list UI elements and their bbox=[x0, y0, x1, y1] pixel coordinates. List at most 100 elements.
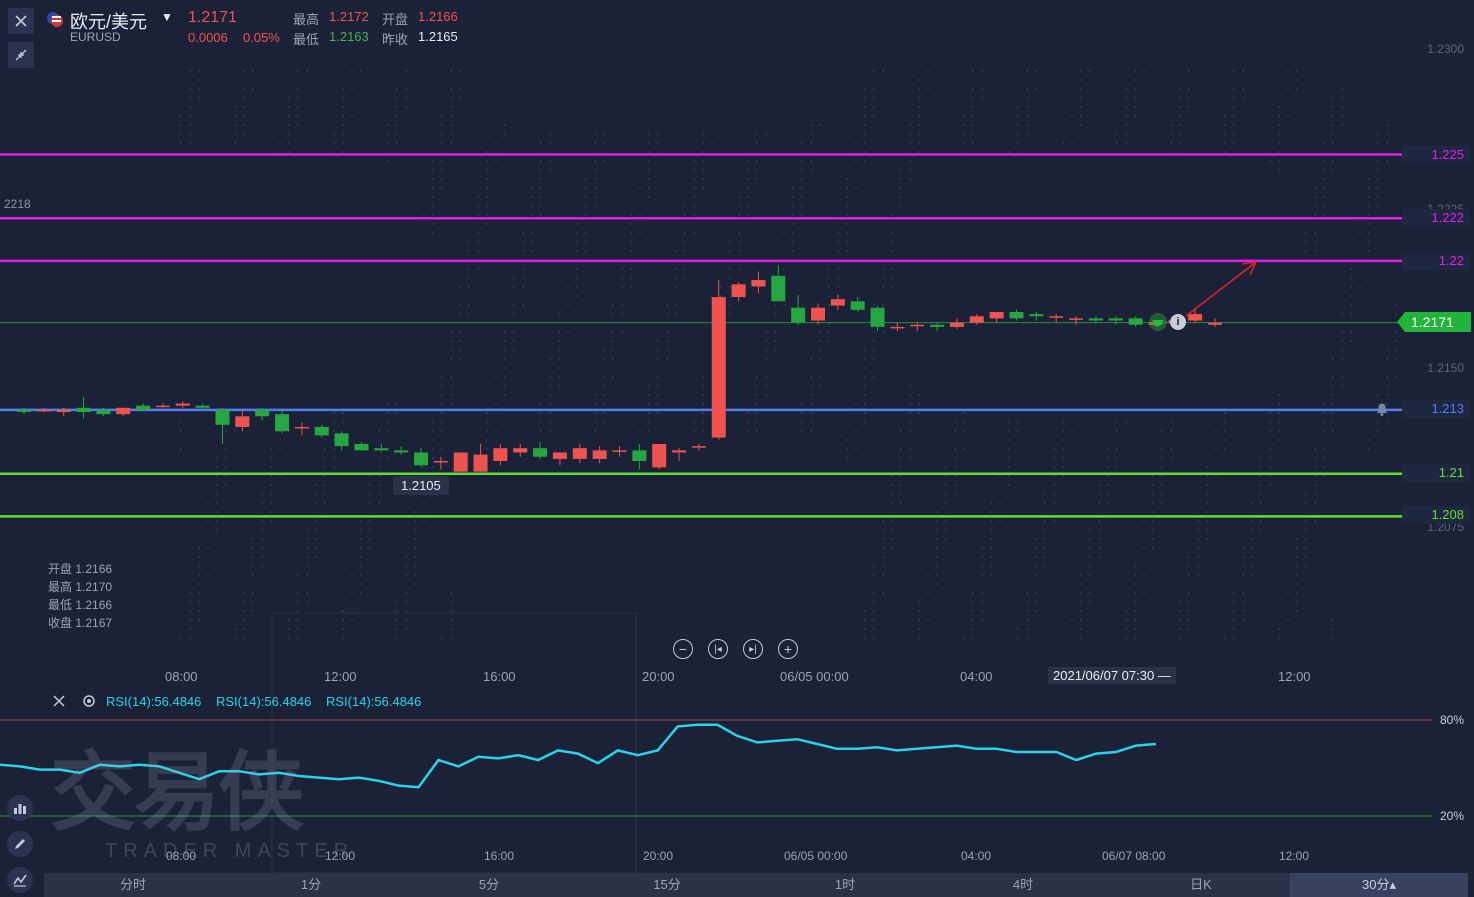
map-dot bbox=[873, 601, 875, 603]
pencil-icon[interactable] bbox=[7, 831, 33, 857]
map-dot bbox=[297, 115, 299, 117]
map-dot bbox=[1008, 484, 1010, 486]
map-dot bbox=[1269, 475, 1271, 477]
tab-4hour[interactable]: 4时 bbox=[934, 873, 1112, 897]
tab-30min[interactable]: 30分▴ bbox=[1290, 873, 1468, 897]
map-dot bbox=[630, 241, 632, 243]
tab-timeshare[interactable]: 分时 bbox=[44, 873, 222, 897]
map-dot bbox=[810, 403, 812, 405]
map-dot bbox=[333, 412, 335, 414]
map-dot bbox=[315, 511, 317, 513]
map-dot bbox=[1152, 520, 1154, 522]
map-dot bbox=[396, 619, 398, 621]
scroll-start-button[interactable]: |◂ bbox=[708, 639, 728, 659]
map-dot bbox=[324, 475, 326, 477]
chevron-down-icon[interactable]: ▼ bbox=[161, 10, 173, 24]
map-dot bbox=[1278, 169, 1280, 171]
map-dot bbox=[522, 277, 524, 279]
map-dot bbox=[1386, 349, 1388, 351]
map-dot bbox=[1026, 637, 1028, 639]
map-dot bbox=[1179, 142, 1181, 144]
map-dot bbox=[846, 223, 848, 225]
map-dot bbox=[1188, 79, 1190, 81]
map-dot bbox=[585, 178, 587, 180]
zoom-in-button[interactable]: + bbox=[778, 639, 798, 659]
map-dot bbox=[1323, 475, 1325, 477]
map-dot bbox=[432, 448, 434, 450]
map-dot bbox=[1386, 142, 1388, 144]
map-dot bbox=[1179, 628, 1181, 630]
tab-daily[interactable]: 日K bbox=[1112, 873, 1290, 897]
map-dot bbox=[864, 106, 866, 108]
line-label-1213[interactable]: 1.213 bbox=[1402, 400, 1470, 418]
close-indicator-icon[interactable] bbox=[46, 688, 72, 714]
map-dot bbox=[558, 367, 560, 369]
map-dot bbox=[1224, 412, 1226, 414]
line-label-122[interactable]: 1.22 bbox=[1402, 252, 1470, 270]
map-dot bbox=[198, 610, 200, 612]
map-dot bbox=[1080, 637, 1082, 639]
zoom-out-button[interactable]: − bbox=[673, 639, 693, 659]
map-dot bbox=[549, 367, 551, 369]
map-dot bbox=[1152, 538, 1154, 540]
settings-gear-icon[interactable] bbox=[76, 688, 102, 714]
map-dot bbox=[414, 520, 416, 522]
map-dot bbox=[1116, 421, 1118, 423]
collapse-icon[interactable] bbox=[8, 42, 34, 68]
line-label-121[interactable]: 1.21 bbox=[1402, 464, 1470, 482]
close-icon[interactable] bbox=[8, 8, 34, 34]
map-dot bbox=[864, 385, 866, 387]
map-dot bbox=[1071, 637, 1073, 639]
map-dot bbox=[621, 268, 623, 270]
line-label-1208[interactable]: 1.208 bbox=[1402, 506, 1470, 524]
map-dot bbox=[891, 214, 893, 216]
info-icon[interactable]: i bbox=[1170, 314, 1186, 330]
map-dot bbox=[1134, 106, 1136, 108]
tab-1hour[interactable]: 1时 bbox=[756, 873, 934, 897]
map-dot bbox=[459, 97, 461, 99]
map-dot bbox=[225, 439, 227, 441]
line-label-1222[interactable]: 1.222 bbox=[1402, 209, 1470, 227]
tab-15min[interactable]: 15分 bbox=[578, 873, 756, 897]
map-dot bbox=[396, 412, 398, 414]
map-dot bbox=[1143, 547, 1145, 549]
map-dot bbox=[1080, 610, 1082, 612]
candle-body bbox=[235, 416, 250, 427]
map-dot bbox=[1332, 169, 1334, 171]
map-dot bbox=[657, 403, 659, 405]
map-dot bbox=[1170, 457, 1172, 459]
tab-5min[interactable]: 5分 bbox=[400, 873, 578, 897]
line-chart-icon[interactable] bbox=[7, 867, 33, 893]
map-dot bbox=[1305, 250, 1307, 252]
map-dot bbox=[1386, 376, 1388, 378]
map-dot bbox=[459, 79, 461, 81]
candle-body bbox=[989, 311, 1004, 319]
map-dot bbox=[702, 421, 704, 423]
map-dot bbox=[1287, 133, 1289, 135]
map-dot bbox=[432, 196, 434, 198]
line-label-1225[interactable]: 1.225 bbox=[1402, 146, 1470, 164]
map-dot bbox=[405, 97, 407, 99]
map-dot bbox=[504, 331, 506, 333]
indicators-icon[interactable] bbox=[7, 795, 33, 821]
map-dot bbox=[495, 178, 497, 180]
map-dot bbox=[468, 295, 470, 297]
map-dot bbox=[504, 358, 506, 360]
map-dot bbox=[864, 115, 866, 117]
map-dot bbox=[1323, 205, 1325, 207]
map-dot bbox=[1287, 628, 1289, 630]
scroll-end-button[interactable]: ▸| bbox=[743, 639, 763, 659]
bell-icon[interactable] bbox=[1373, 400, 1391, 418]
map-dot bbox=[243, 601, 245, 603]
tab-1min[interactable]: 1分 bbox=[222, 873, 400, 897]
map-dot bbox=[1377, 151, 1379, 153]
map-dot bbox=[1062, 439, 1064, 441]
map-dot bbox=[612, 367, 614, 369]
map-dot bbox=[1116, 133, 1118, 135]
map-dot bbox=[1044, 493, 1046, 495]
candle-body bbox=[1188, 314, 1203, 321]
map-dot bbox=[234, 106, 236, 108]
map-dot bbox=[792, 223, 794, 225]
map-dot bbox=[882, 538, 884, 540]
map-dot bbox=[846, 187, 848, 189]
